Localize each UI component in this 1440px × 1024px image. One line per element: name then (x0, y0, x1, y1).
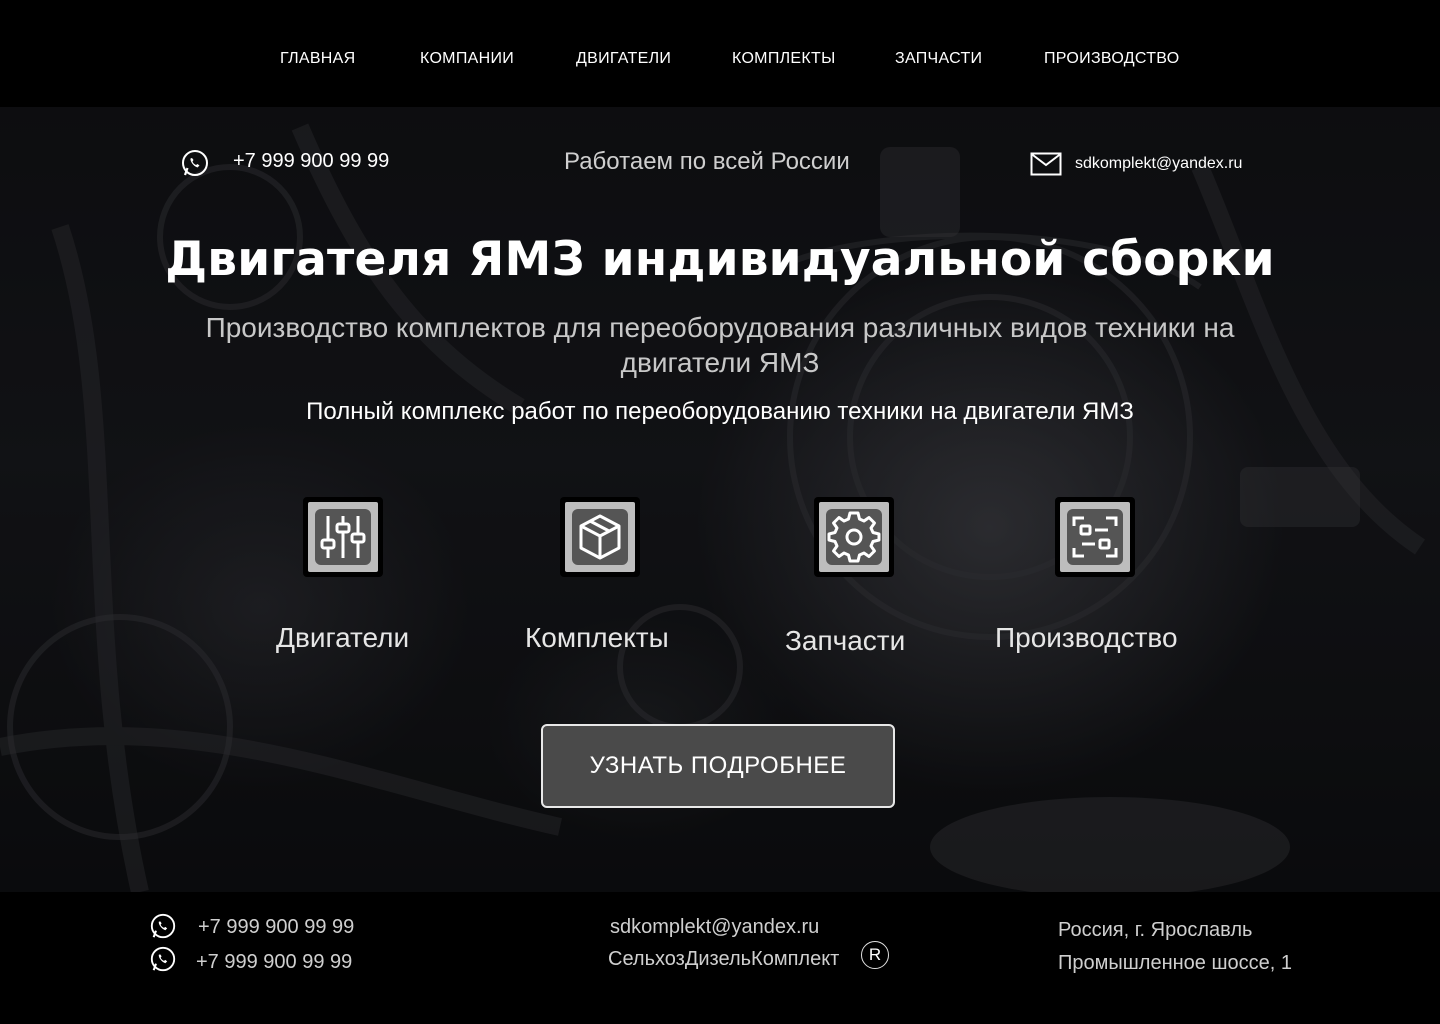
whatsapp-icon (182, 150, 208, 176)
hero-email-link[interactable]: sdkomplekt@yandex.ru (1075, 155, 1242, 173)
hero-phone-number[interactable]: +7 999 900 99 99 (233, 150, 389, 173)
feature-parts-tile[interactable] (814, 497, 894, 577)
feature-kits-label[interactable]: Комплекты (525, 622, 669, 654)
footer-phone-1[interactable]: +7 999 900 99 99 (198, 916, 354, 939)
top-nav: ГЛАВНАЯ КОМПАНИИ ДВИГАТЕЛИ КОМПЛЕКТЫ ЗАП… (0, 0, 1440, 107)
feature-production-label[interactable]: Производство (995, 622, 1178, 654)
footer-address-line1: Россия, г. Ярославль (1058, 919, 1253, 941)
footer-company-name: СельхозДизельКомплект (608, 948, 840, 970)
footer-address-line2: Промышленное шоссе, 1 (1058, 952, 1293, 974)
feature-production-tile[interactable] (1055, 497, 1135, 577)
nav-item-engines[interactable]: ДВИГАТЕЛИ (576, 50, 671, 68)
feature-engines-tile[interactable] (303, 497, 383, 577)
feature-engines-label[interactable]: Двигатели (276, 622, 409, 654)
learn-more-button[interactable]: УЗНАТЬ ПОДРОБНЕЕ (541, 724, 895, 808)
scan-icon (1067, 509, 1123, 565)
sliders-icon (315, 509, 371, 565)
hero-subtitle: Производство комплектов для переоборудов… (205, 312, 1235, 378)
nav-item-home[interactable]: ГЛАВНАЯ (280, 50, 356, 68)
registered-trademark-icon: R (861, 941, 889, 969)
nav-item-kits[interactable]: КОМПЛЕКТЫ (732, 50, 836, 68)
hero-region-text: Работаем по всей России (564, 148, 850, 175)
nav-item-production[interactable]: ПРОИЗВОДСТВО (1044, 50, 1179, 68)
feature-parts-label[interactable]: Запчасти (785, 625, 905, 657)
nav-item-parts[interactable]: ЗАПЧАСТИ (895, 50, 982, 68)
whatsapp-icon (150, 946, 176, 972)
nav-item-companies[interactable]: КОМПАНИИ (420, 50, 514, 68)
footer-email-link[interactable]: sdkomplekt@yandex.ru (610, 916, 819, 939)
whatsapp-icon (150, 913, 176, 939)
box-icon (572, 509, 628, 565)
page-title: Двигателя ЯМЗ индивидуальной сборки (165, 232, 1275, 287)
footer-phone-2[interactable]: +7 999 900 99 99 (196, 951, 352, 974)
mail-icon (1030, 152, 1062, 176)
gear-icon (826, 509, 882, 565)
feature-kits-tile[interactable] (560, 497, 640, 577)
hero-tagline: Полный комплекс работ по переоборудовани… (306, 398, 1134, 425)
